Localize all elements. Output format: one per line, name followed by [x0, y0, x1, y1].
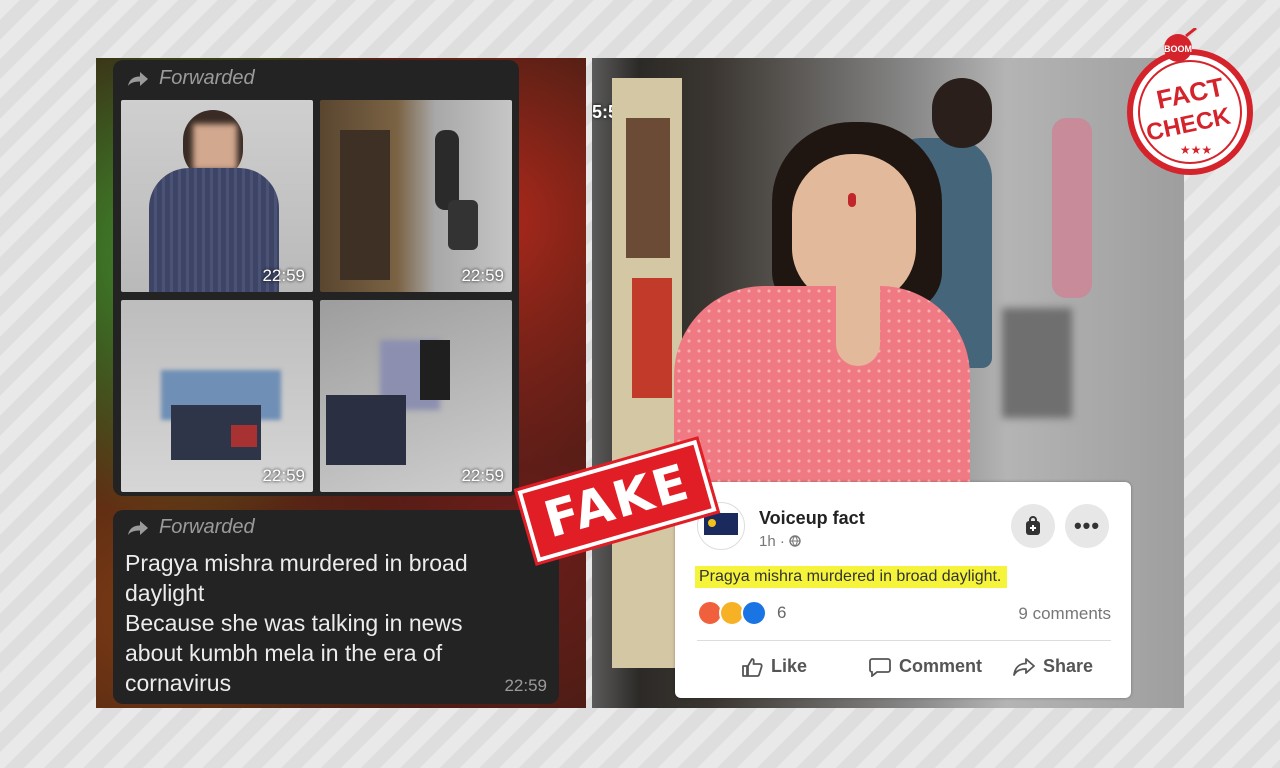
forwarded-label: Forwarded [127, 67, 255, 90]
photo-woman-seated[interactable]: 22:59 [121, 100, 313, 292]
boom-factcheck-logo: BOOM FACT CHECK ★★★ [1127, 28, 1253, 175]
share-button[interactable]: Share [1013, 656, 1093, 677]
like-reaction-icon [741, 600, 767, 626]
divider [697, 640, 1111, 641]
reaction-count: 6 [777, 603, 787, 622]
page-name[interactable]: Voiceup fact [759, 508, 865, 529]
comment-button[interactable]: Comment [869, 656, 982, 677]
globe-icon [789, 535, 801, 547]
like-button[interactable]: Like [741, 656, 807, 677]
facebook-post-card: Voiceup fact 1h · ••• Pragya mishra murd… [675, 482, 1131, 698]
ellipsis-icon: ••• [1073, 513, 1101, 538]
photo-woman-lying-2[interactable]: 22:59 [320, 300, 512, 492]
forward-arrow-icon [128, 520, 148, 535]
message-time: 22:59 [504, 676, 547, 695]
photo-cctv-street[interactable]: 22:59 [320, 100, 512, 292]
reactions-summary[interactable]: 6 [697, 600, 786, 626]
forwarded-photos-bubble: Forwarded 22:59 22:59 22:59 22:59 [113, 60, 519, 496]
portrait-face [792, 154, 916, 304]
forwarded-label: Forwarded [127, 516, 255, 539]
bag-icon [1026, 516, 1040, 535]
forwarded-message-bubble: Forwarded Pragya mishra murdered in broa… [113, 510, 559, 704]
comment-icon [869, 657, 891, 677]
more-options-button[interactable]: ••• [1065, 504, 1109, 548]
svg-text:BOOM: BOOM [1164, 44, 1192, 54]
whatsapp-screenshot: Forwarded 22:59 22:59 22:59 22:59 Forwar… [96, 58, 586, 708]
thumbs-up-icon [742, 657, 763, 677]
post-time: 1h · [759, 533, 801, 550]
share-icon [1013, 657, 1035, 676]
svg-text:★★★: ★★★ [1180, 143, 1212, 157]
comments-count[interactable]: 9 comments [1018, 604, 1111, 624]
save-post-button[interactable] [1011, 504, 1055, 548]
photo-woman-lying-1[interactable]: 22:59 [121, 300, 313, 492]
forward-arrow-icon [128, 71, 148, 86]
post-text: Pragya mishra murdered in broad daylight… [695, 566, 1008, 588]
message-text: Pragya mishra murdered in broad daylight… [125, 550, 468, 696]
